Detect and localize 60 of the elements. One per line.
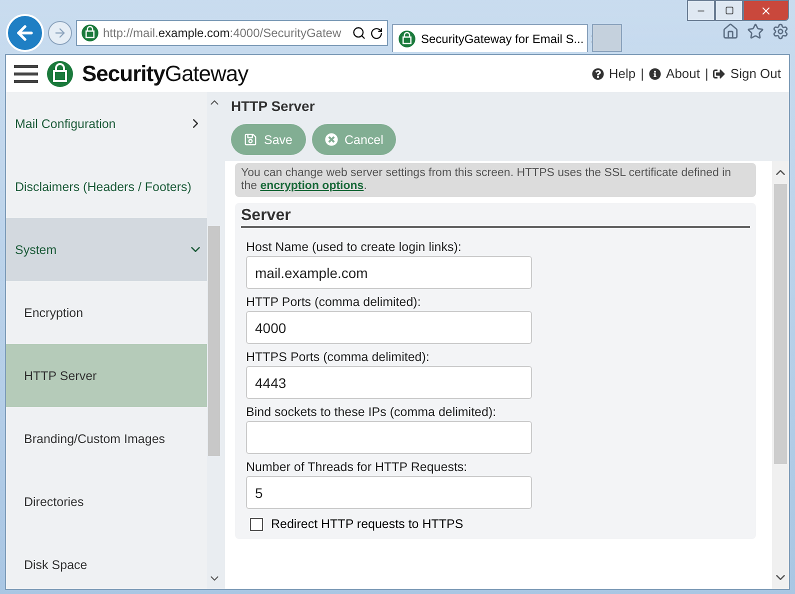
input-field[interactable]: 4000 — [246, 311, 532, 344]
info-icon — [649, 68, 662, 80]
input-field[interactable]: 4443 — [246, 366, 532, 400]
maximize-icon — [724, 6, 734, 15]
settings-icon[interactable] — [772, 23, 789, 40]
sidebar-label: HTTP Server — [24, 368, 97, 382]
save-icon — [244, 133, 257, 146]
sidebar-label: System — [15, 242, 57, 256]
sidebar-label: Mail Configuration — [15, 116, 116, 130]
input-field[interactable]: 5 — [246, 476, 532, 510]
maximize-button[interactable] — [715, 0, 743, 21]
logo-icon — [46, 60, 74, 88]
checkbox-label: Redirect HTTP requests to HTTPS — [271, 517, 464, 532]
section-title: Server — [241, 207, 750, 228]
field-label: Host Name (used to create login links): — [246, 240, 462, 254]
encryption-link[interactable]: encryption options — [260, 180, 364, 192]
sidebar-item[interactable]: System — [6, 218, 207, 281]
scrollbar-thumb[interactable] — [774, 184, 787, 464]
sidebar-item[interactable]: Disk Space — [6, 533, 207, 594]
logo-icon — [81, 24, 99, 42]
forward-button[interactable] — [48, 21, 72, 45]
scrollbar-thumb[interactable] — [208, 226, 220, 456]
help-icon — [592, 68, 604, 80]
field-label: HTTP Ports (comma delimited): — [246, 295, 422, 310]
app-logo: SecurityGateway — [82, 60, 248, 86]
sign-out-icon — [713, 68, 726, 80]
sidebar-item[interactable]: Disclaimers (Headers / Footers) — [6, 155, 207, 218]
input-field[interactable]: mail.example.com — [246, 256, 532, 290]
sidebar-label: Directories — [24, 494, 84, 508]
star-icon[interactable] — [747, 23, 764, 40]
sidebar-label: Branding/Custom Images — [24, 432, 166, 446]
link-separator: | — [705, 66, 708, 81]
cancel-icon — [324, 133, 338, 146]
close-icon — [760, 4, 772, 16]
link-separator: | — [640, 66, 644, 81]
sidebar-item[interactable]: HTTP Server — [6, 344, 207, 407]
field-label: Number of Threads for HTTP Requests: — [246, 460, 468, 474]
sidebar-item[interactable]: Branding/Custom Images — [6, 407, 207, 470]
input-field[interactable] — [246, 421, 532, 454]
sidebar-label: Disclaimers (Headers / Footers) — [15, 180, 192, 194]
address-bar[interactable]: http://mail.example.com:4000/SecurityGatew — [76, 20, 388, 46]
sidebar-item[interactable]: Directories — [6, 470, 207, 533]
menu-icon[interactable] — [14, 64, 38, 84]
back-button[interactable] — [6, 14, 44, 52]
field-label: HTTPS Ports (comma delimited): — [246, 350, 430, 364]
sidebar-item[interactable]: Mail Configuration — [6, 92, 207, 155]
header-link[interactable]: Sign Out — [713, 66, 781, 81]
sidebar-label: Encryption — [24, 306, 84, 320]
info-notice: You can change web server settings from this screen. HTTPS uses the SSL certificate defined in the encryption options. — [235, 163, 756, 198]
checkbox[interactable] — [250, 518, 263, 531]
header-link[interactable]: Help — [592, 66, 636, 81]
field-label: Bind sockets to these IPs (comma delimited): — [246, 405, 498, 420]
refresh-icon[interactable] — [370, 26, 383, 40]
logo-icon — [398, 30, 416, 48]
sidebar-label: Disk Space — [24, 558, 88, 572]
page-title: HTTP Server — [231, 98, 316, 114]
search-icon[interactable] — [352, 26, 366, 40]
sidebar-item[interactable]: Encryption — [6, 281, 207, 344]
home-icon[interactable] — [722, 23, 739, 40]
header-link[interactable]: About — [649, 66, 700, 81]
